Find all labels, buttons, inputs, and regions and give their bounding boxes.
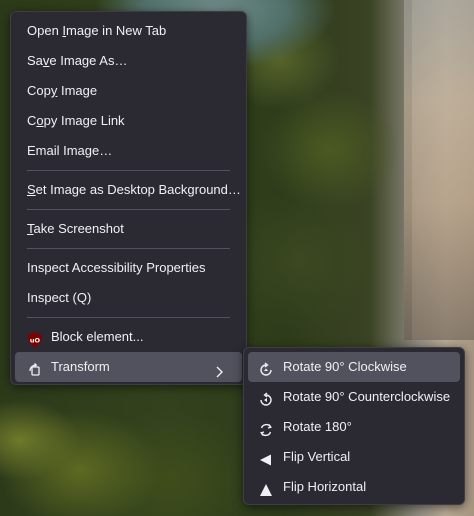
menu-block-element[interactable]: uO Block element... <box>11 322 246 352</box>
svg-text:uO: uO <box>30 337 41 345</box>
menu-flip-horizontal[interactable]: Flip Horizontal <box>244 472 464 502</box>
menu-separator <box>27 317 230 318</box>
transform-submenu: Rotate 90° Clockwise Rotate 90° Counterc… <box>243 347 465 505</box>
menu-save-image-as[interactable]: Save Image As… <box>11 46 246 76</box>
flip-vertical-icon <box>258 449 274 466</box>
chevron-right-icon <box>212 360 226 378</box>
rotate-clockwise-icon <box>258 359 274 376</box>
ublock-origin-icon: uO <box>27 329 43 348</box>
rotate-counterclockwise-icon <box>258 389 274 406</box>
menu-take-screenshot[interactable]: Take Screenshot <box>11 214 246 244</box>
rotate-180-icon <box>258 419 274 437</box>
menu-inspect-accessibility[interactable]: Inspect Accessibility Properties <box>11 253 246 283</box>
flip-horizontal-icon <box>258 479 274 496</box>
menu-separator <box>27 209 230 210</box>
transform-icon <box>27 359 43 376</box>
menu-copy-image[interactable]: Copy Image <box>11 76 246 106</box>
menu-email-image[interactable]: Email Image… <box>11 136 246 166</box>
menu-set-desktop-background[interactable]: Set Image as Desktop Background… <box>11 175 246 205</box>
context-menu: Open Image in New Tab Save Image As… Cop… <box>10 11 247 385</box>
menu-rotate-90-counterclockwise[interactable]: Rotate 90° Counterclockwise <box>244 382 464 412</box>
menu-rotate-180[interactable]: Rotate 180° <box>244 412 464 442</box>
menu-separator <box>27 248 230 249</box>
menu-rotate-90-clockwise[interactable]: Rotate 90° Clockwise <box>248 352 460 382</box>
menu-separator <box>27 170 230 171</box>
menu-copy-image-link[interactable]: Copy Image Link <box>11 106 246 136</box>
menu-transform[interactable]: Transform <box>15 352 242 382</box>
background-buildings <box>404 0 474 340</box>
menu-inspect[interactable]: Inspect (Q) <box>11 283 246 313</box>
menu-flip-vertical[interactable]: Flip Vertical <box>244 442 464 472</box>
menu-open-image-new-tab[interactable]: Open Image in New Tab <box>11 16 246 46</box>
